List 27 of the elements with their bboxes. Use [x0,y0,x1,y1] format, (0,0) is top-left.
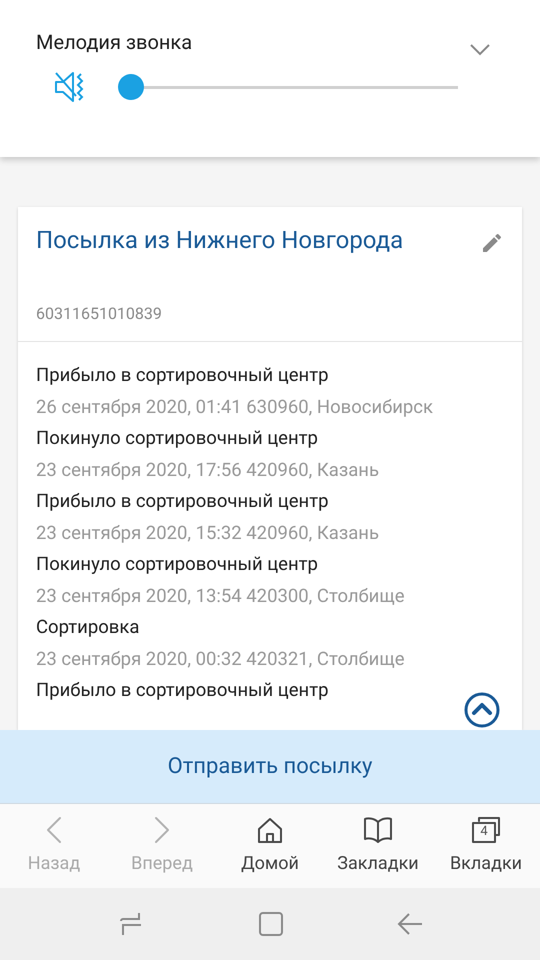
forward-icon [154,816,170,844]
event-status: Сортировка [36,615,140,640]
toolbar-button[interactable]: Закладки [324,804,432,888]
toolbar-button[interactable]: 4 Вкладки [432,804,540,888]
volume-title: Мелодия звонка [36,29,192,55]
event-details: 23 сентября 2020, 00:32 420321, Столбище [36,647,405,672]
tracking-number: 60311651010839 [36,303,163,325]
event-status: Прибыло в сортировочный центр [36,363,328,388]
home-icon [256,816,284,844]
event-details: 23 сентября 2020, 13:54 420300, Столбище [36,584,405,609]
toolbar-button[interactable]: Домой [216,804,324,888]
chevron-down-icon[interactable] [470,44,490,56]
back-arrow-icon[interactable] [397,911,424,937]
send-parcel-button[interactable]: Отправить посылку [0,730,540,804]
book-icon [363,816,393,844]
pencil-icon[interactable] [480,231,504,255]
event-status: Покинуло сортировочный центр [36,426,318,451]
event-status: Прибыло в сортировочный центр [36,489,328,514]
event-status: Покинуло сортировочный центр [36,552,318,577]
home-button-icon[interactable] [258,911,284,937]
volume-slider[interactable] [118,74,458,100]
event-details: 26 сентября 2020, 01:41 630960, Новосибирск [36,395,433,420]
event-status: Прибыло в сортировочный центр [36,678,328,703]
back-icon [46,816,62,844]
event-details: 23 сентября 2020, 17:56 420960, Казань [36,458,380,483]
event-details: 23 сентября 2020, 15:32 420960, Казань [36,521,380,546]
parcel-title: Посылка из Нижнего Новгорода [36,225,404,255]
